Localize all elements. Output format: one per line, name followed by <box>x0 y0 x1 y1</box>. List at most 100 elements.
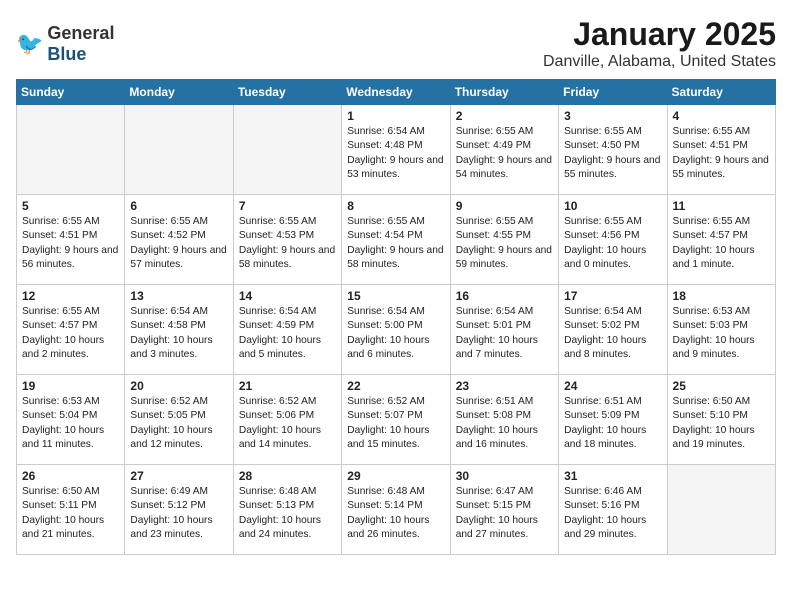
logo-text: General Blue <box>47 23 114 65</box>
calendar-cell: 15 Sunrise: 6:54 AMSunset: 5:00 PMDayligh… <box>342 285 450 375</box>
calendar-cell: 1Sunrise: 6:54 AMSunset: 4:48 PMDaylight… <box>342 105 450 195</box>
calendar-cell: 13 Sunrise: 6:54 AMSunset: 4:58 PMDayligh… <box>125 285 233 375</box>
calendar-cell <box>233 105 341 195</box>
calendar-cell: 19 Sunrise: 6:53 AMSunset: 5:04 PMDayligh… <box>17 375 125 465</box>
day-info: Sunrise: 6:55 AMSunset: 4:54 PMDaylight:… <box>347 215 444 272</box>
day-info: Sunrise: 6:48 AMSunset: 5:13 PMDaylight:… <box>239 485 336 542</box>
calendar-cell <box>125 105 233 195</box>
day-info: Sunrise: 6:55 AMSunset: 4:49 PMDaylight:… <box>456 125 553 182</box>
day-info: Sunrise: 6:52 AMSunset: 5:05 PMDaylight:… <box>130 395 227 452</box>
calendar-cell: 7 Sunrise: 6:55 AMSunset: 4:53 PMDaylight… <box>233 195 341 285</box>
day-number: 24 <box>564 379 661 393</box>
calendar-cell: 31 Sunrise: 6:46 AMSunset: 5:16 PMDayligh… <box>559 465 667 555</box>
day-info: Sunrise: 6:46 AMSunset: 5:16 PMDaylight:… <box>564 485 661 542</box>
day-info: Sunrise: 6:54 AMSunset: 4:58 PMDaylight:… <box>130 305 227 362</box>
day-info: Sunrise: 6:54 AMSunset: 5:00 PMDaylight:… <box>347 305 444 362</box>
calendar-cell: 10 Sunrise: 6:55 AMSunset: 4:56 PMDayligh… <box>559 195 667 285</box>
day-info: Sunrise: 6:52 AMSunset: 5:06 PMDaylight:… <box>239 395 336 452</box>
calendar-table: SundayMondayTuesdayWednesdayThursdayFrid… <box>16 79 776 555</box>
day-info: Sunrise: 6:51 AMSunset: 5:08 PMDaylight:… <box>456 395 553 452</box>
week-row-5: 26 Sunrise: 6:50 AMSunset: 5:11 PMDayligh… <box>17 465 776 555</box>
day-info: Sunrise: 6:54 AMSunset: 4:59 PMDaylight:… <box>239 305 336 362</box>
calendar-cell: 26 Sunrise: 6:50 AMSunset: 5:11 PMDayligh… <box>17 465 125 555</box>
day-header-sunday: Sunday <box>17 80 125 105</box>
day-number: 28 <box>239 469 336 483</box>
day-info: Sunrise: 6:50 AMSunset: 5:10 PMDaylight:… <box>673 395 770 452</box>
calendar-cell: 24 Sunrise: 6:51 AMSunset: 5:09 PMDayligh… <box>559 375 667 465</box>
day-info: Sunrise: 6:55 AMSunset: 4:51 PMDaylight:… <box>22 215 119 272</box>
calendar-cell: 8 Sunrise: 6:55 AMSunset: 4:54 PMDaylight… <box>342 195 450 285</box>
calendar-cell: 3Sunrise: 6:55 AMSunset: 4:50 PMDaylight… <box>559 105 667 195</box>
logo-general: General <box>47 23 114 43</box>
day-info: Sunrise: 6:55 AMSunset: 4:57 PMDaylight:… <box>22 305 119 362</box>
day-header-monday: Monday <box>125 80 233 105</box>
calendar-cell: 2Sunrise: 6:55 AMSunset: 4:49 PMDaylight… <box>450 105 558 195</box>
calendar-cell: 9 Sunrise: 6:55 AMSunset: 4:55 PMDaylight… <box>450 195 558 285</box>
day-header-saturday: Saturday <box>667 80 775 105</box>
day-number: 22 <box>347 379 444 393</box>
day-info: Sunrise: 6:48 AMSunset: 5:14 PMDaylight:… <box>347 485 444 542</box>
day-info: Sunrise: 6:54 AMSunset: 4:48 PMDaylight:… <box>347 125 444 182</box>
day-info: Sunrise: 6:55 AMSunset: 4:52 PMDaylight:… <box>130 215 227 272</box>
calendar-cell: 30Sunrise: 6:47 AMSunset: 5:15 PMDayligh… <box>450 465 558 555</box>
day-info: Sunrise: 6:50 AMSunset: 5:11 PMDaylight:… <box>22 485 119 542</box>
day-number: 27 <box>130 469 227 483</box>
day-info: Sunrise: 6:55 AMSunset: 4:56 PMDaylight:… <box>564 215 661 272</box>
week-row-3: 12 Sunrise: 6:55 AMSunset: 4:57 PMDayligh… <box>17 285 776 375</box>
day-info: Sunrise: 6:51 AMSunset: 5:09 PMDaylight:… <box>564 395 661 452</box>
title-block: January 2025 Danville, Alabama, United S… <box>543 16 776 71</box>
day-headers-row: SundayMondayTuesdayWednesdayThursdayFrid… <box>17 80 776 105</box>
calendar-cell: 23 Sunrise: 6:51 AMSunset: 5:08 PMDayligh… <box>450 375 558 465</box>
day-number: 30 <box>456 469 553 483</box>
day-info: Sunrise: 6:55 AMSunset: 4:50 PMDaylight:… <box>564 125 661 182</box>
day-info: Sunrise: 6:54 AMSunset: 5:02 PMDaylight:… <box>564 305 661 362</box>
calendar-cell: 20 Sunrise: 6:52 AMSunset: 5:05 PMDayligh… <box>125 375 233 465</box>
day-info: Sunrise: 6:54 AMSunset: 5:01 PMDaylight:… <box>456 305 553 362</box>
calendar-cell <box>667 465 775 555</box>
logo: 🐦 General Blue <box>16 23 114 65</box>
calendar-cell: 18Sunrise: 6:53 AMSunset: 5:03 PMDayligh… <box>667 285 775 375</box>
day-number: 20 <box>130 379 227 393</box>
day-info: Sunrise: 6:52 AMSunset: 5:07 PMDaylight:… <box>347 395 444 452</box>
day-number: 6 <box>130 199 227 213</box>
day-number: 12 <box>22 289 119 303</box>
month-title: January 2025 <box>543 16 776 53</box>
logo-blue: Blue <box>47 44 86 64</box>
day-number: 21 <box>239 379 336 393</box>
location-title: Danville, Alabama, United States <box>543 53 776 71</box>
calendar-cell: 14Sunrise: 6:54 AMSunset: 4:59 PMDayligh… <box>233 285 341 375</box>
calendar-cell <box>17 105 125 195</box>
day-number: 4 <box>673 109 770 123</box>
calendar-cell: 6 Sunrise: 6:55 AMSunset: 4:52 PMDaylight… <box>125 195 233 285</box>
day-info: Sunrise: 6:55 AMSunset: 4:55 PMDaylight:… <box>456 215 553 272</box>
day-number: 8 <box>347 199 444 213</box>
day-number: 13 <box>130 289 227 303</box>
day-info: Sunrise: 6:53 AMSunset: 5:04 PMDaylight:… <box>22 395 119 452</box>
week-row-2: 5Sunrise: 6:55 AMSunset: 4:51 PMDaylight… <box>17 195 776 285</box>
day-number: 25 <box>673 379 770 393</box>
day-info: Sunrise: 6:55 AMSunset: 4:51 PMDaylight:… <box>673 125 770 182</box>
calendar-cell: 28 Sunrise: 6:48 AMSunset: 5:13 PMDayligh… <box>233 465 341 555</box>
day-number: 15 <box>347 289 444 303</box>
day-number: 10 <box>564 199 661 213</box>
calendar-cell: 11Sunrise: 6:55 AMSunset: 4:57 PMDayligh… <box>667 195 775 285</box>
calendar-cell: 21 Sunrise: 6:52 AMSunset: 5:06 PMDayligh… <box>233 375 341 465</box>
day-info: Sunrise: 6:55 AMSunset: 4:53 PMDaylight:… <box>239 215 336 272</box>
day-number: 31 <box>564 469 661 483</box>
calendar-cell: 5Sunrise: 6:55 AMSunset: 4:51 PMDaylight… <box>17 195 125 285</box>
page-header: 🐦 General Blue January 2025 Danville, Al… <box>16 16 776 71</box>
day-number: 9 <box>456 199 553 213</box>
day-number: 7 <box>239 199 336 213</box>
day-number: 29 <box>347 469 444 483</box>
day-header-tuesday: Tuesday <box>233 80 341 105</box>
calendar-cell: 16 Sunrise: 6:54 AMSunset: 5:01 PMDayligh… <box>450 285 558 375</box>
day-number: 11 <box>673 199 770 213</box>
calendar-cell: 29 Sunrise: 6:48 AMSunset: 5:14 PMDayligh… <box>342 465 450 555</box>
day-number: 19 <box>22 379 119 393</box>
calendar-cell: 12 Sunrise: 6:55 AMSunset: 4:57 PMDayligh… <box>17 285 125 375</box>
day-number: 26 <box>22 469 119 483</box>
day-info: Sunrise: 6:53 AMSunset: 5:03 PMDaylight:… <box>673 305 770 362</box>
calendar-cell: 27Sunrise: 6:49 AMSunset: 5:12 PMDayligh… <box>125 465 233 555</box>
day-number: 16 <box>456 289 553 303</box>
day-number: 23 <box>456 379 553 393</box>
